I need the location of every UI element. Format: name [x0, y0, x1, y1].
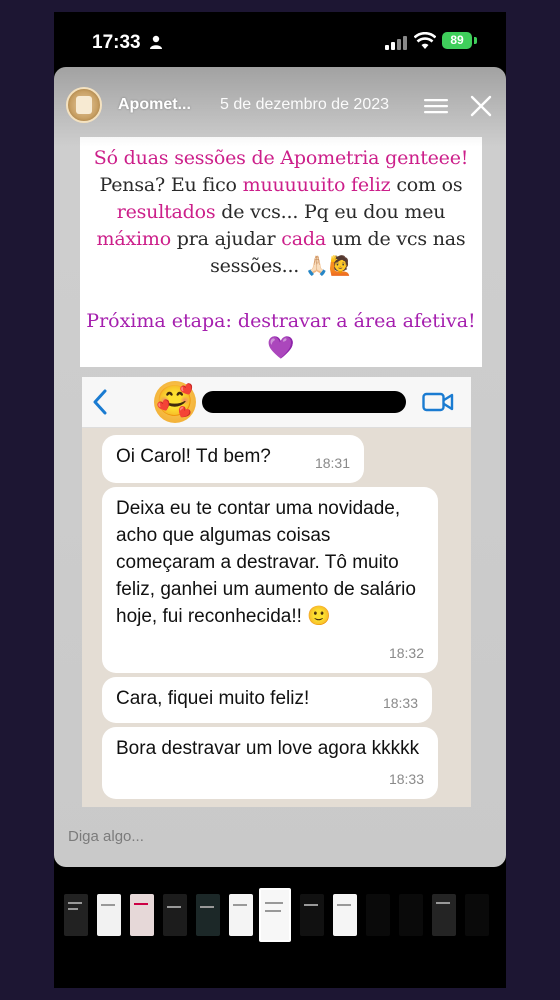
story-thumbnail[interactable] — [366, 894, 390, 936]
story-header: Apomet... 5 de dezembro de 2023 — [54, 67, 506, 147]
story-thumbnail[interactable] — [432, 894, 456, 936]
person-icon — [150, 35, 162, 49]
next-step-label: Próxima etapa: destravar a área afetiva! — [86, 310, 476, 332]
message-text: Oi Carol! Td bem? — [116, 446, 271, 467]
caption-part: com os — [396, 174, 463, 196]
profile-avatar[interactable] — [66, 87, 102, 123]
message-time: 18:33 — [382, 695, 418, 711]
story-thumbnail-current[interactable] — [259, 888, 291, 942]
story-thumbnail[interactable] — [196, 894, 220, 936]
caption-part: resultados — [116, 201, 216, 223]
story-thumbnail[interactable] — [229, 894, 253, 936]
message-bubble: Bora destravar um love agora kkkkk 18:33 — [102, 727, 438, 799]
signal-icon — [385, 36, 407, 50]
caption-text: Só duas sessões de Apometria genteee! Pe… — [80, 145, 482, 280]
back-chevron-icon — [93, 389, 107, 415]
story-thumbnail[interactable] — [399, 894, 423, 936]
message-text: Deixa eu te contar uma novidade, acho qu… — [116, 498, 416, 627]
purple-heart-emoji: 💜 — [267, 336, 295, 361]
reply-input[interactable]: Diga algo... — [68, 828, 144, 845]
message-bubble: Deixa eu te contar uma novidade, acho qu… — [102, 487, 438, 673]
status-time: 17:33 — [92, 32, 141, 53]
message-text: Cara, fiquei muito feliz! — [116, 688, 310, 709]
whatsapp-screenshot: 🥰 Oi Carol! Td bem? 18:31 Deixa eu te co… — [82, 377, 471, 807]
story-thumbnail-strip — [54, 888, 506, 944]
caption-part: Só duas sessões de Apometria genteee! — [93, 147, 469, 169]
avatar-logo — [76, 96, 92, 114]
story-thumbnail[interactable] — [465, 894, 489, 936]
caption-part: sessões... 🙏🏻🙋 — [210, 255, 352, 277]
caption-part: de vcs... Pq eu dou meu — [221, 201, 446, 223]
story-username[interactable]: Apomet... — [118, 96, 191, 114]
redacted-contact-name — [202, 391, 406, 413]
message-time: 18:31 — [314, 455, 350, 471]
caption-part: um de vcs nas — [331, 228, 466, 250]
message-time: 18:32 — [388, 645, 424, 661]
close-icon[interactable] — [470, 95, 492, 117]
chat-header: 🥰 — [82, 377, 471, 428]
status-bar: 17:33 89 — [54, 28, 506, 58]
message-time: 18:33 — [388, 771, 424, 787]
story-viewer[interactable]: Só duas sessões de Apometria genteee! Pe… — [54, 67, 506, 867]
next-step-box: Próxima etapa: destravar a área afetiva!… — [80, 297, 482, 367]
story-thumbnail[interactable] — [130, 894, 154, 936]
story-date: 5 de dezembro de 2023 — [220, 96, 390, 113]
caption-part: Pensa? Eu fico — [99, 174, 237, 196]
story-thumbnail[interactable] — [64, 894, 88, 936]
battery-tip — [474, 37, 477, 44]
story-thumbnail[interactable] — [300, 894, 324, 936]
battery-icon: 89 — [442, 32, 472, 49]
story-thumbnail[interactable] — [333, 894, 357, 936]
message-bubble: Cara, fiquei muito feliz! 18:33 — [102, 677, 432, 723]
story-thumbnail[interactable] — [163, 894, 187, 936]
caption-part: cada — [281, 228, 326, 250]
message-bubble: Oi Carol! Td bem? 18:31 — [102, 435, 364, 483]
story-thumbnail[interactable] — [97, 894, 121, 936]
caption-part: máximo — [96, 228, 172, 250]
menu-icon[interactable] — [424, 97, 448, 115]
contact-avatar: 🥰 — [154, 381, 196, 423]
message-text: Bora destravar um love agora kkkkk — [116, 738, 420, 759]
next-step-text: Próxima etapa: destravar a área afetiva!… — [80, 297, 482, 363]
video-call-icon — [422, 392, 454, 412]
caption-part: pra ajudar — [176, 228, 276, 250]
wifi-icon — [414, 32, 436, 49]
caption-part: muuuuuito feliz — [242, 174, 391, 196]
